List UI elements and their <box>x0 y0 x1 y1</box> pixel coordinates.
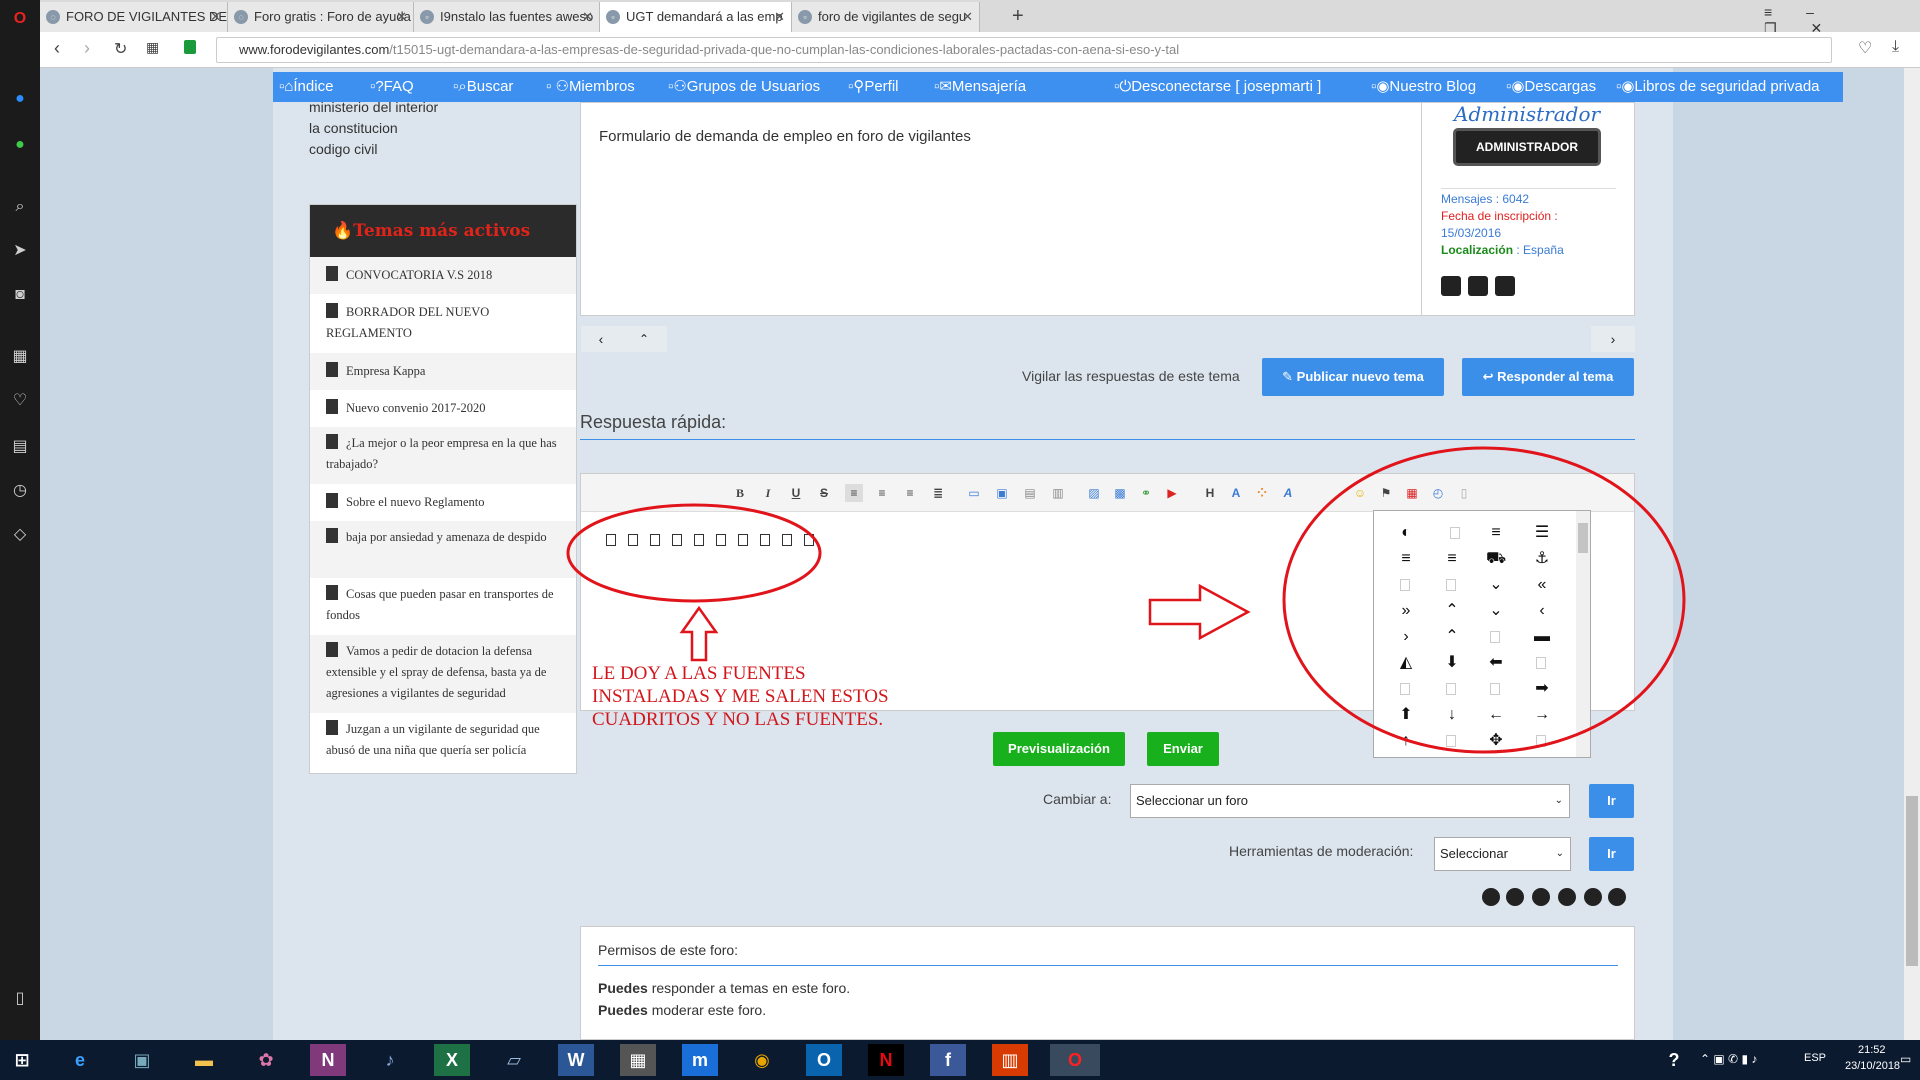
page-scroll-thumb[interactable] <box>1906 796 1918 966</box>
paint-icon[interactable]: ✿ <box>248 1044 284 1076</box>
forum-select-value: Seleccionar un foro <box>1136 793 1249 808</box>
annotation-ellipse-boxes <box>566 503 822 603</box>
ie-icon[interactable]: e <box>62 1044 98 1076</box>
clock-time: 21:52 <box>1858 1044 1886 1056</box>
chevron-down-icon: ⌄ <box>1554 795 1563 806</box>
notes-icon[interactable]: ▱ <box>496 1044 532 1076</box>
annotation-overlay <box>566 446 1686 754</box>
annotation-arrow-right <box>1148 583 1251 641</box>
permission-bold: Puedes <box>598 1002 648 1018</box>
trash-icon[interactable] <box>1506 888 1524 906</box>
moderation-select[interactable]: Seleccionar ⌄ <box>1434 837 1571 871</box>
permissions-box: Permisos de este foro: Puedes responder … <box>580 926 1635 1040</box>
windows-start-icon[interactable]: ⊞ <box>4 1044 40 1076</box>
annotation-line: LE DOY A LAS FUENTES <box>592 663 806 684</box>
calculator-icon[interactable]: ▦ <box>620 1044 656 1076</box>
office-icon[interactable]: ▥ <box>992 1044 1028 1076</box>
music-icon[interactable]: ♪ <box>372 1044 408 1076</box>
page-scrollbar[interactable] <box>1904 68 1920 1040</box>
chevron-down-icon: ⌄ <box>1555 848 1564 859</box>
annotation-text: LE DOY A LAS FUENTES INSTALADAS Y ME SAL… <box>592 662 889 731</box>
permission-line: Puedes responder a temas en este foro. <box>598 980 850 996</box>
onenote-icon[interactable]: N <box>310 1044 346 1076</box>
tray-icons[interactable]: ⌃ ▣ ✆ ▮ ♪ <box>1700 1052 1757 1066</box>
folder-icon[interactable]: ▬ <box>186 1044 222 1076</box>
maxthon-icon[interactable]: m <box>682 1044 718 1076</box>
moderation-select-value: Seleccionar <box>1440 846 1508 861</box>
annotation-arrow-up <box>679 605 719 662</box>
annotation-line: INSTALADAS Y ME SALEN ESTOS <box>592 686 889 707</box>
lock-topic-icon[interactable] <box>1558 888 1576 906</box>
delete-icon[interactable] <box>1482 888 1500 906</box>
chrome-icon[interactable]: ◉ <box>744 1044 780 1076</box>
help-icon[interactable]: ? <box>1656 1044 1692 1076</box>
excel-icon[interactable]: X <box>434 1044 470 1076</box>
permissions-divider <box>598 965 1618 966</box>
jump-go-button[interactable]: Ir <box>1589 784 1634 818</box>
merge-icon[interactable] <box>1608 888 1626 906</box>
input-language[interactable]: ESP <box>1804 1052 1826 1064</box>
clock-date: 23/10/2018 <box>1845 1060 1901 1072</box>
netflix-icon[interactable]: N <box>868 1044 904 1076</box>
outlook-app-icon[interactable]: ▣ <box>124 1044 160 1076</box>
opera-taskbar-icon[interactable]: O <box>1050 1044 1100 1076</box>
windows-taskbar: ⊞ e ▣ ▬ ✿ N ♪ X ▱ W ▦ m ◉ O N f ▥ O ? ⌃ … <box>0 1040 1920 1080</box>
forum-select[interactable]: Seleccionar un foro ⌄ <box>1130 784 1570 818</box>
outlook-icon[interactable]: O <box>806 1044 842 1076</box>
preview-button[interactable]: Previsualización <box>993 732 1125 766</box>
moderation-label: Herramientas de moderación: <box>1229 843 1414 859</box>
moderation-icons <box>1480 888 1640 908</box>
permissions-title: Permisos de este foro: <box>598 942 739 958</box>
annotation-ellipse-picker <box>1282 446 1686 754</box>
move-icon[interactable] <box>1532 888 1550 906</box>
jump-label: Cambiar a: <box>1043 791 1112 807</box>
word-icon[interactable]: W <box>558 1044 594 1076</box>
permission-bold: Puedes <box>598 980 648 996</box>
permission-line: Puedes moderar este foro. <box>598 1002 766 1018</box>
facebook-icon[interactable]: f <box>930 1044 966 1076</box>
send-button[interactable]: Enviar <box>1147 732 1219 766</box>
permission-text: moderar este foro. <box>647 1002 767 1018</box>
permission-text: responder a temas en este foro. <box>647 980 851 996</box>
notification-icon[interactable]: ▭ <box>1900 1052 1911 1066</box>
split-icon[interactable] <box>1584 888 1602 906</box>
annotation-line: CUADRITOS Y NO LAS FUENTES. <box>592 709 884 730</box>
moderation-go-button[interactable]: Ir <box>1589 837 1634 871</box>
